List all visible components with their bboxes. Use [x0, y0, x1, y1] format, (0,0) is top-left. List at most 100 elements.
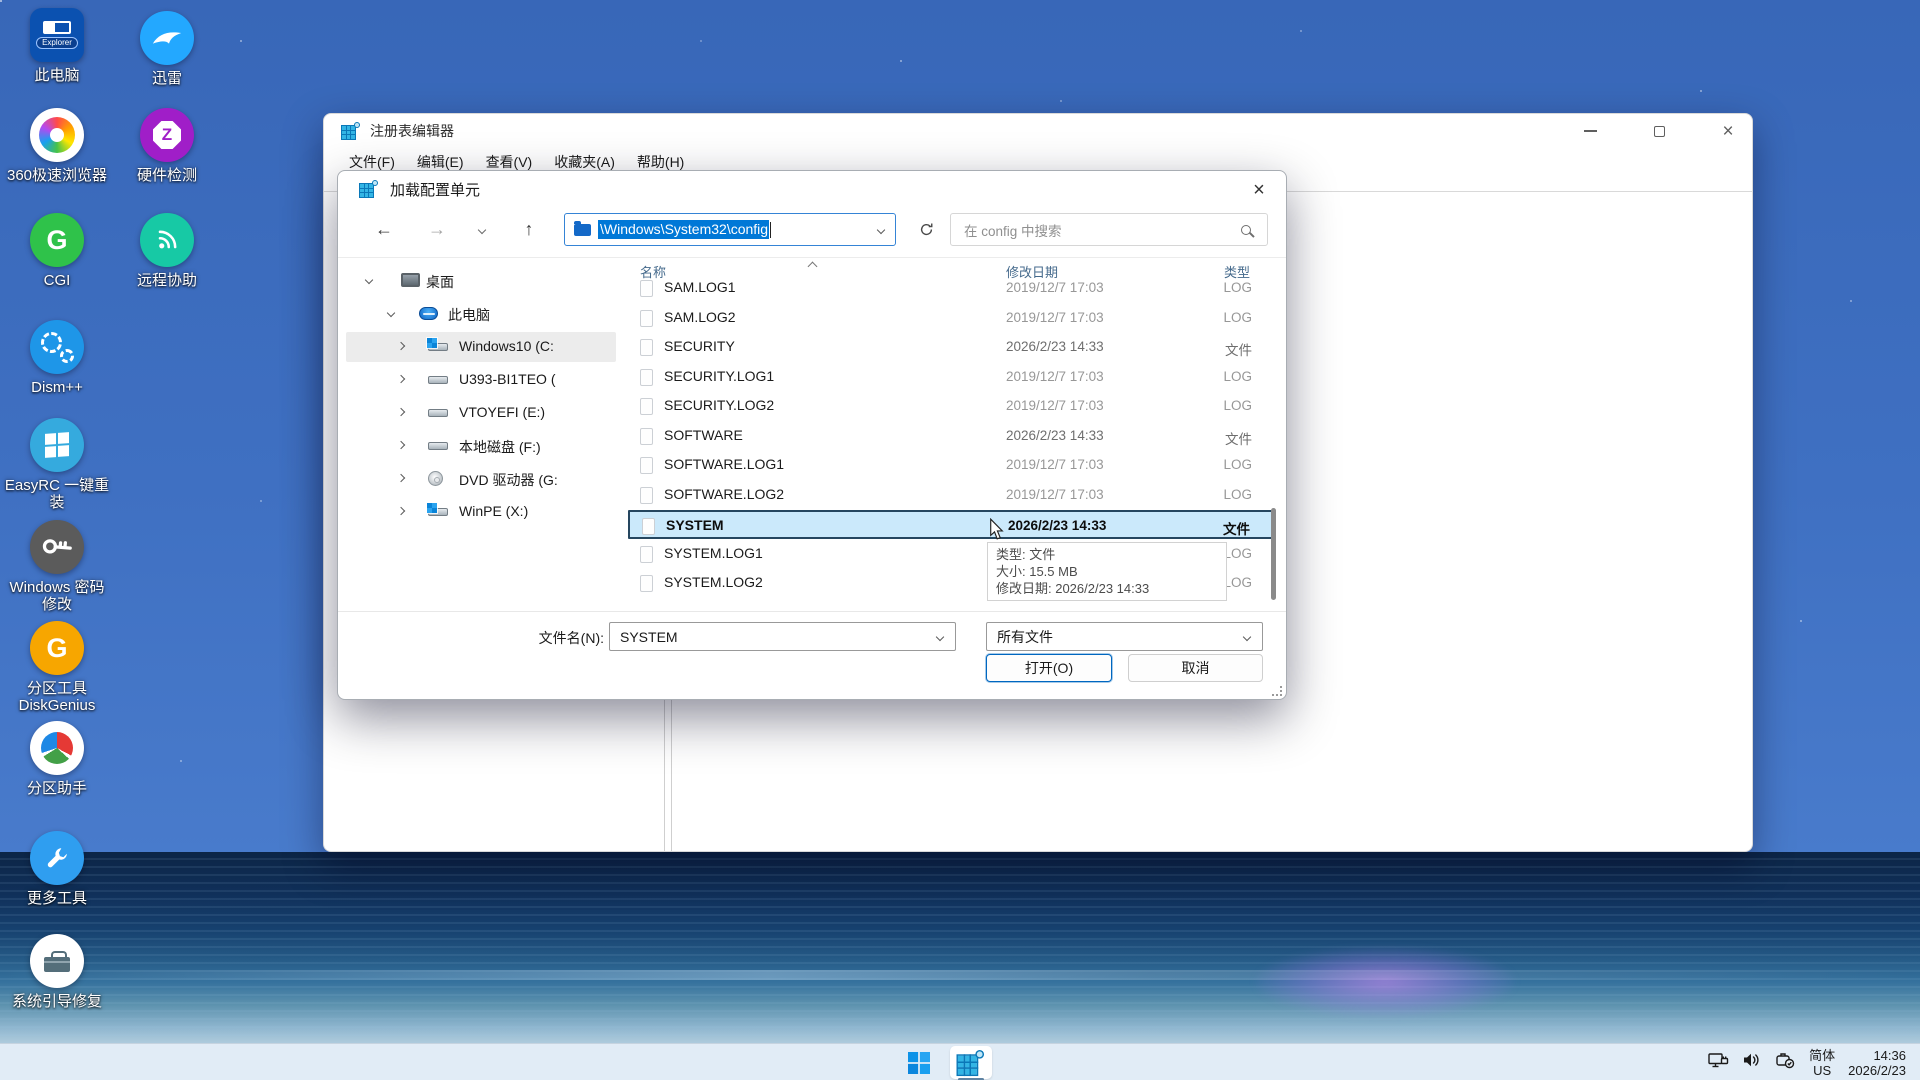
file-name: SECURITY.LOG2: [664, 397, 774, 413]
chevron-collapsed-icon[interactable]: [397, 507, 405, 515]
tree-item-label: Windows10 (C:: [459, 338, 554, 354]
chevron-collapsed-icon[interactable]: [397, 342, 405, 350]
registry-dialog-icon: [360, 180, 378, 198]
tree-item-3[interactable]: Windows10 (C:: [346, 332, 616, 362]
file-row-SOFTWARE[interactable]: SOFTWARE2026/2/23 14:33文件: [628, 422, 1274, 451]
filter-dropdown-chevron-icon[interactable]: [1243, 632, 1251, 640]
file-row-SOFTWARE.LOG2[interactable]: SOFTWARE.LOG22019/12/7 17:03LOG: [628, 481, 1274, 510]
desktop-icon-7[interactable]: Dism++: [2, 320, 112, 396]
dialog-titlebar: 加载配置单元: [338, 171, 1286, 207]
desktop-icon-12[interactable]: 更多工具: [2, 831, 112, 907]
file-icon: [640, 487, 653, 504]
safely-remove-hardware-icon[interactable]: [1775, 1052, 1796, 1074]
file-type: 文件: [1225, 428, 1252, 448]
file-icon: [640, 575, 653, 592]
network-icon[interactable]: [1708, 1052, 1729, 1074]
file-date: 2019/12/7 17:03: [1006, 398, 1104, 413]
input-method-indicator[interactable]: 简体 US: [1809, 1048, 1835, 1078]
chevron-collapsed-icon[interactable]: [397, 408, 405, 416]
file-row-SECURITY.LOG1[interactable]: SECURITY.LOG12019/12/7 17:03LOG: [628, 363, 1274, 392]
desktop-icon-9[interactable]: Windows 密码修改: [2, 520, 112, 613]
chevron-collapsed-icon[interactable]: [397, 441, 405, 449]
ime-language: 简体: [1809, 1048, 1835, 1063]
desktop-icon-label: 远程协助: [112, 272, 222, 289]
regedit-window-title: 注册表编辑器: [370, 121, 454, 141]
address-path-selected-text: \Windows\System32\config: [598, 220, 769, 239]
file-row-SAM.LOG2[interactable]: SAM.LOG22019/12/7 17:03LOG: [628, 304, 1274, 333]
tree-item-1[interactable]: 桌面: [346, 266, 616, 296]
desktop-icon-1[interactable]: Explorer此电脑: [2, 8, 112, 84]
taskbar-regedit-button[interactable]: [950, 1046, 992, 1079]
file-type: LOG: [1223, 398, 1252, 413]
tree-item-8[interactable]: WinPE (X:): [346, 497, 616, 527]
resize-grip[interactable]: [1272, 686, 1282, 696]
close-button[interactable]: ×: [1702, 114, 1754, 148]
recent-locations-chevron-icon[interactable]: [466, 213, 498, 246]
file-row-SAM.LOG1[interactable]: SAM.LOG12019/12/7 17:03LOG: [628, 274, 1274, 303]
tree-item-5[interactable]: VTOYEFI (E:): [346, 398, 616, 428]
filename-dropdown-chevron-icon[interactable]: [936, 632, 944, 640]
tree-item-4[interactable]: U393-BI1TEO (: [346, 365, 616, 395]
desktop-icon-label: Windows 密码修改: [2, 579, 112, 613]
volume-icon[interactable]: [1742, 1052, 1762, 1073]
chevron-collapsed-icon[interactable]: [397, 474, 405, 482]
desktop-icon-label: 更多工具: [2, 890, 112, 907]
file-row-SECURITY[interactable]: SECURITY2026/2/23 14:33文件: [628, 333, 1274, 362]
chevron-expanded-icon[interactable]: [365, 276, 373, 284]
file-date: 2019/12/7 17:03: [1006, 369, 1104, 384]
minimize-button[interactable]: [1564, 114, 1616, 148]
desktop-icon-4[interactable]: Z硬件检测: [112, 108, 222, 184]
dialog-close-icon[interactable]: ×: [1244, 176, 1274, 204]
dialog-title: 加载配置单元: [390, 179, 480, 200]
file-name: SAM.LOG2: [664, 309, 736, 325]
load-hive-dialog: 加载配置单元 × ← → ↑ \Windows\System32\config …: [337, 170, 1287, 700]
desktop-icon-13[interactable]: 系统引导修复: [2, 934, 112, 1010]
desktop-icon-label: 分区助手: [2, 780, 112, 797]
file-date: 2026/2/23 14:33: [1006, 428, 1104, 443]
list-scrollbar-thumb[interactable]: [1271, 508, 1276, 600]
refresh-icon[interactable]: [910, 213, 942, 246]
file-icon: [642, 518, 655, 535]
file-icon: [640, 398, 653, 415]
file-date: 2026/2/23 14:33: [1006, 339, 1104, 354]
cancel-button[interactable]: 取消: [1128, 654, 1263, 682]
filetype-filter-combobox[interactable]: 所有文件: [986, 622, 1263, 651]
file-type: LOG: [1223, 575, 1252, 590]
desktop-icon-3[interactable]: 360极速浏览器: [2, 108, 112, 184]
filename-combobox[interactable]: SYSTEM: [609, 622, 956, 651]
scroll-up-chevron-icon[interactable]: [809, 257, 816, 273]
file-row-SYSTEM[interactable]: SYSTEM2026/2/23 14:33文件: [628, 510, 1274, 539]
chevron-collapsed-icon[interactable]: [397, 375, 405, 383]
tree-item-6[interactable]: 本地磁盘 (F:): [346, 431, 616, 461]
file-date: 2019/12/7 17:03: [1006, 280, 1104, 295]
back-arrow-icon[interactable]: ←: [368, 213, 400, 246]
open-button[interactable]: 打开(O): [986, 654, 1112, 682]
desktop-icon-2[interactable]: 迅雷: [112, 11, 222, 87]
forward-arrow-icon[interactable]: →: [421, 213, 453, 246]
desktop-icon-label: 分区工具 DiskGenius: [2, 680, 112, 714]
file-name: SYSTEM.LOG1: [664, 545, 763, 561]
desktop-icon-label: 迅雷: [112, 70, 222, 87]
tree-item-7[interactable]: DVD 驱动器 (G:: [346, 464, 616, 494]
clock[interactable]: 14:36 2026/2/23: [1848, 1048, 1906, 1078]
desktop-icon-6[interactable]: 远程协助: [112, 213, 222, 289]
search-box[interactable]: 在 config 中搜索: [950, 213, 1268, 246]
maximize-button[interactable]: [1633, 114, 1685, 148]
desktop-icon-11[interactable]: 分区助手: [2, 721, 112, 797]
file-icon: [640, 369, 653, 386]
desktop-icon-10[interactable]: G分区工具 DiskGenius: [2, 621, 112, 714]
tree-item-2[interactable]: 此电脑: [346, 299, 616, 329]
desktop-icon-8[interactable]: EasyRC 一键重装: [2, 418, 112, 511]
start-button[interactable]: [898, 1046, 940, 1079]
address-bar[interactable]: \Windows\System32\config: [564, 213, 896, 246]
up-arrow-icon[interactable]: ↑: [513, 213, 545, 246]
file-row-SECURITY.LOG2[interactable]: SECURITY.LOG2 2019/12/7 17:03 LOG: [628, 392, 1274, 421]
search-icon[interactable]: [1241, 225, 1251, 235]
taskbar-center: [898, 1044, 992, 1080]
desktop-icon-5[interactable]: GCGI: [2, 213, 112, 289]
tree-item-label: VTOYEFI (E:): [459, 404, 545, 420]
chevron-expanded-icon[interactable]: [387, 309, 395, 317]
file-row-SOFTWARE.LOG1[interactable]: SOFTWARE.LOG12019/12/7 17:03LOG: [628, 451, 1274, 480]
address-dropdown-chevron-icon[interactable]: [877, 225, 885, 233]
navigation-tree: 桌面此电脑 Windows10 (C: U393-BI1TEO ( VTOYEFI (…: [346, 261, 616, 606]
